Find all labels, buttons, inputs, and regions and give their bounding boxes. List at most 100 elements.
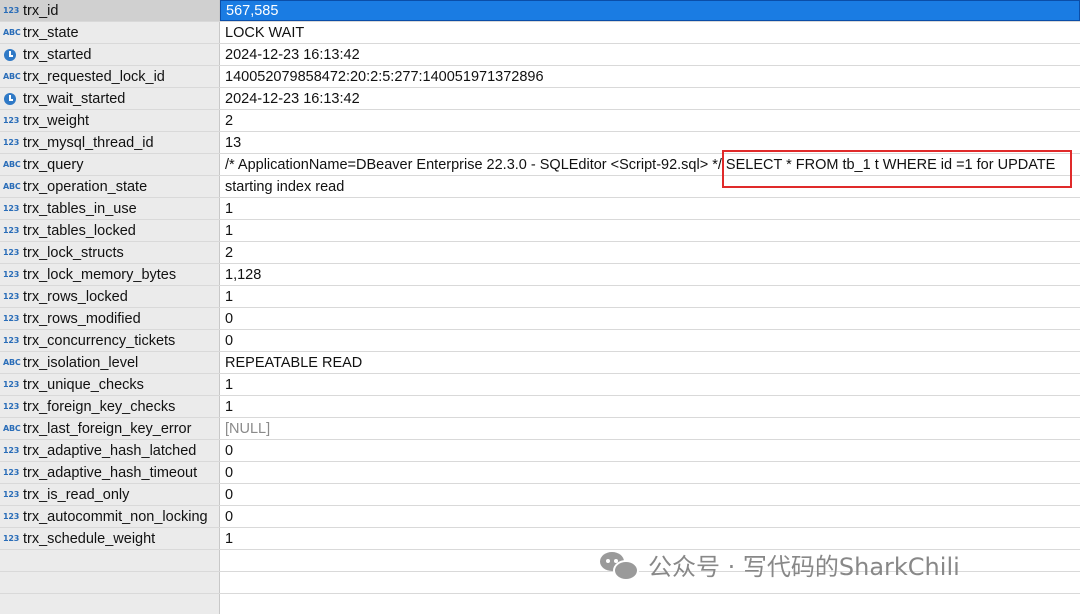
column-name-cell[interactable]: trx_started	[0, 44, 220, 65]
column-name: trx_state	[23, 24, 79, 41]
column-name: trx_started	[23, 46, 92, 63]
numeric-type-icon: 123	[3, 6, 20, 15]
column-name-cell[interactable]: ABC trx_isolation_level	[0, 352, 220, 373]
value-cell[interactable]: 0	[220, 462, 1080, 483]
table-row[interactable]: ABC trx_last_foreign_key_error [NULL]	[0, 418, 1080, 440]
numeric-type-icon: 123	[3, 138, 20, 147]
table-row[interactable]: ABC trx_requested_lock_id 140052079858472:…	[0, 66, 1080, 88]
column-name-cell[interactable]: 123 trx_tables_locked	[0, 220, 220, 241]
numeric-type-icon: 123	[3, 380, 20, 389]
table-row[interactable]: ABC trx_operation_state starting index rea…	[0, 176, 1080, 198]
value-cell[interactable]: 2	[220, 110, 1080, 131]
table-row[interactable]: 123 trx_adaptive_hash_timeout 0	[0, 462, 1080, 484]
value-cell[interactable]: 567,585	[220, 0, 1080, 21]
string-type-icon: ABC	[3, 424, 21, 433]
column-name-cell[interactable]: 123 trx_unique_checks	[0, 374, 220, 395]
column-name-cell[interactable]: 123 trx_weight	[0, 110, 220, 131]
column-name-cell[interactable]: 123 trx_tables_in_use	[0, 198, 220, 219]
table-row[interactable]: 123 trx_rows_modified 0	[0, 308, 1080, 330]
value-cell[interactable]: 1	[220, 198, 1080, 219]
column-name-cell[interactable]: 123 trx_concurrency_tickets	[0, 330, 220, 351]
table-row[interactable]: trx_started 2024-12-23 16:13:42	[0, 44, 1080, 66]
table-row[interactable]: ABC trx_state LOCK WAIT	[0, 22, 1080, 44]
value-cell[interactable]: starting index read	[220, 176, 1080, 197]
value-cell[interactable]: REPEATABLE READ	[220, 352, 1080, 373]
empty-name-cell	[0, 550, 220, 571]
value-cell[interactable]: 13	[220, 132, 1080, 153]
value-cell[interactable]: 0	[220, 308, 1080, 329]
numeric-type-icon: 123	[3, 512, 20, 521]
table-row[interactable]: 123 trx_adaptive_hash_latched 0	[0, 440, 1080, 462]
column-name: trx_last_foreign_key_error	[23, 420, 192, 437]
column-name-cell[interactable]: trx_wait_started	[0, 88, 220, 109]
value-cell[interactable]: 2024-12-23 16:13:42	[220, 44, 1080, 65]
value-cell[interactable]: 140052079858472:20:2:5:277:1400519713728…	[220, 66, 1080, 87]
column-name-cell[interactable]: 123 trx_id	[0, 0, 220, 21]
value-cell[interactable]: 0	[220, 484, 1080, 505]
table-row[interactable]: 123 trx_tables_locked 1	[0, 220, 1080, 242]
value-cell[interactable]: 1	[220, 286, 1080, 307]
column-name-cell[interactable]: 123 trx_foreign_key_checks	[0, 396, 220, 417]
table-row[interactable]: ABC trx_query/* ApplicationName=DBeaver E…	[0, 150, 1080, 188]
table-row[interactable]: 123 trx_lock_memory_bytes 1,128	[0, 264, 1080, 286]
column-name: trx_adaptive_hash_timeout	[23, 464, 198, 481]
numeric-type-icon: 123	[3, 270, 20, 279]
value-cell[interactable]: 0	[220, 330, 1080, 351]
value-cell[interactable]: 1,128	[220, 264, 1080, 285]
column-name-cell[interactable]: 123 trx_schedule_weight	[0, 528, 220, 549]
table-row[interactable]: 123 trx_autocommit_non_locking 0	[0, 506, 1080, 528]
numeric-type-icon: 123	[3, 116, 20, 125]
column-name-cell[interactable]: 123 trx_lock_memory_bytes	[0, 264, 220, 285]
column-name: trx_isolation_level	[23, 354, 139, 371]
table-row[interactable]: 123 trx_foreign_key_checks 1	[0, 396, 1080, 418]
value-cell[interactable]: 2	[220, 242, 1080, 263]
column-name: trx_adaptive_hash_latched	[23, 442, 197, 459]
table-row[interactable]: 123 trx_weight 2	[0, 110, 1080, 132]
numeric-type-icon: 123	[3, 292, 20, 301]
column-name: trx_concurrency_tickets	[23, 332, 176, 349]
column-name: trx_lock_memory_bytes	[23, 266, 177, 283]
column-name-cell[interactable]: ABC trx_operation_state	[0, 176, 220, 197]
table-row[interactable]: 123 trx_lock_structs 2	[0, 242, 1080, 264]
table-row[interactable]: 123 trx_concurrency_tickets 0	[0, 330, 1080, 352]
numeric-type-icon: 123	[3, 534, 20, 543]
watermark-text: 公众号 · 写代码的SharkChili	[648, 552, 960, 581]
column-name-cell[interactable]: 123 trx_lock_structs	[0, 242, 220, 263]
column-name-cell[interactable]: ABC trx_query	[0, 154, 220, 175]
column-name: trx_weight	[23, 112, 90, 129]
column-name: trx_id	[23, 2, 59, 19]
value-cell[interactable]: 0	[220, 440, 1080, 461]
column-name-cell[interactable]: 123 trx_mysql_thread_id	[0, 132, 220, 153]
value-cell[interactable]: 0	[220, 506, 1080, 527]
column-name-cell[interactable]: ABC trx_requested_lock_id	[0, 66, 220, 87]
column-name: trx_lock_structs	[23, 244, 124, 261]
table-row[interactable]: 123 trx_rows_locked 1	[0, 286, 1080, 308]
value-cell[interactable]: 2024-12-23 16:13:42	[220, 88, 1080, 109]
column-name-cell[interactable]: 123 trx_is_read_only	[0, 484, 220, 505]
value-cell[interactable]: /* ApplicationName=DBeaver Enterprise 22…	[220, 154, 1080, 175]
table-row[interactable]: ABC trx_isolation_level REPEATABLE READ	[0, 352, 1080, 374]
value-cell[interactable]: 1	[220, 396, 1080, 417]
column-name-cell[interactable]: 123 trx_rows_modified	[0, 308, 220, 329]
wechat-icon	[600, 549, 639, 581]
watermark: 公众号 · 写代码的SharkChili	[600, 547, 960, 581]
table-row[interactable]: 123 trx_tables_in_use 1	[0, 198, 1080, 220]
column-name-cell[interactable]: 123 trx_rows_locked	[0, 286, 220, 307]
value-cell[interactable]: 1	[220, 220, 1080, 241]
column-name-cell[interactable]: 123 trx_adaptive_hash_latched	[0, 440, 220, 461]
column-name: trx_rows_locked	[23, 288, 128, 305]
record-grid: 123 trx_id 567,585 ABC trx_state LOCK WAIT trx…	[0, 0, 1080, 614]
column-name-cell[interactable]: ABC trx_state	[0, 22, 220, 43]
column-name-cell[interactable]: 123 trx_adaptive_hash_timeout	[0, 462, 220, 483]
table-row[interactable]: 123 trx_is_read_only 0	[0, 484, 1080, 506]
column-name-cell[interactable]: ABC trx_last_foreign_key_error	[0, 418, 220, 439]
table-row[interactable]: 123 trx_mysql_thread_id 13	[0, 132, 1080, 154]
column-name-cell[interactable]: 123 trx_autocommit_non_locking	[0, 506, 220, 527]
column-name: trx_schedule_weight	[23, 530, 156, 547]
value-cell[interactable]: [NULL]	[220, 418, 1080, 439]
value-cell[interactable]: LOCK WAIT	[220, 22, 1080, 43]
value-cell[interactable]: 1	[220, 374, 1080, 395]
table-row[interactable]: 123 trx_id 567,585	[0, 0, 1080, 22]
table-row[interactable]: 123 trx_unique_checks 1	[0, 374, 1080, 396]
table-row[interactable]: trx_wait_started 2024-12-23 16:13:42	[0, 88, 1080, 110]
